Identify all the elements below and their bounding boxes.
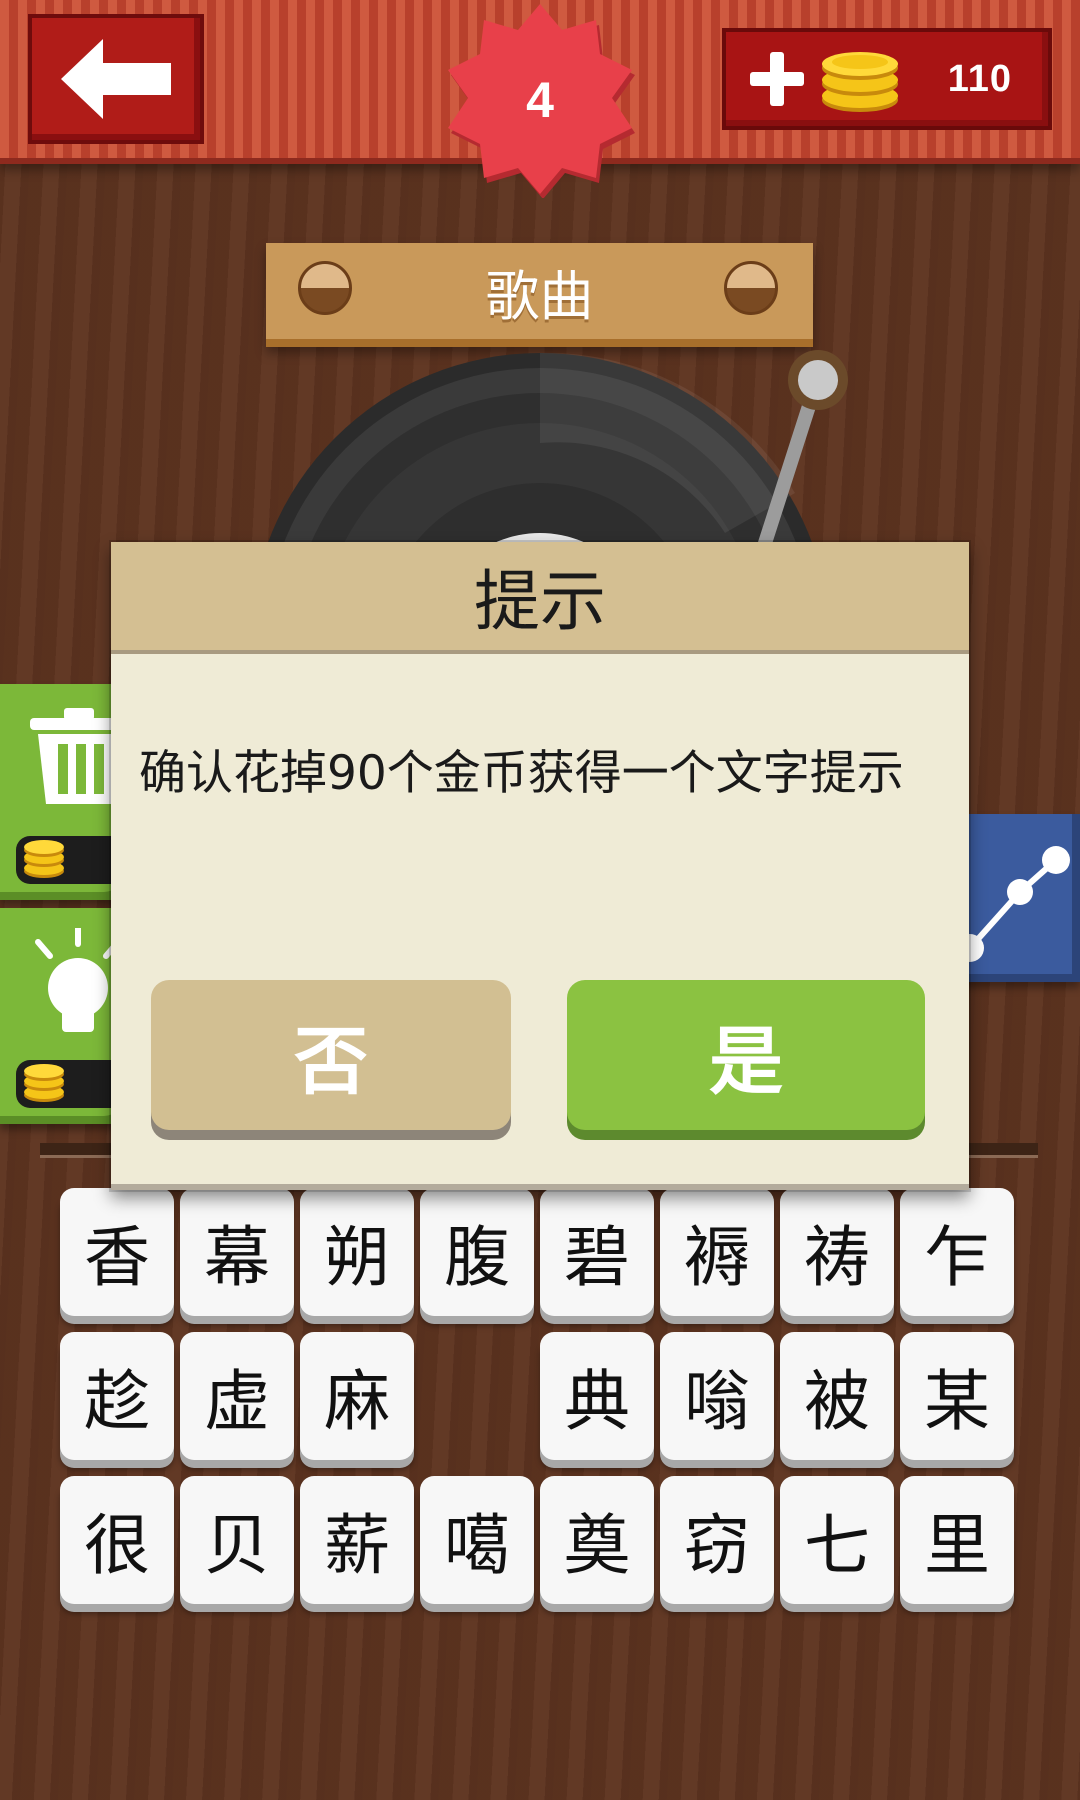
dialog-footer-line xyxy=(111,1184,969,1190)
dialog-header: 提示 xyxy=(111,542,969,654)
back-arrow-icon xyxy=(61,39,171,119)
tool-price xyxy=(16,1060,126,1108)
char-key[interactable]: 贝 xyxy=(180,1476,294,1604)
char-key[interactable]: 褥 xyxy=(660,1188,774,1316)
char-key[interactable]: 祷 xyxy=(780,1188,894,1316)
char-key[interactable]: 七 xyxy=(780,1476,894,1604)
char-key[interactable]: 乍 xyxy=(900,1188,1014,1316)
share-button[interactable] xyxy=(950,814,1080,982)
char-key[interactable]: 腹 xyxy=(420,1188,534,1316)
plus-icon[interactable] xyxy=(750,52,804,106)
coin-stack-icon xyxy=(24,840,64,878)
char-key[interactable]: 麻 xyxy=(300,1332,414,1460)
char-key[interactable]: 噶 xyxy=(420,1476,534,1604)
yes-button[interactable]: 是 xyxy=(567,980,925,1130)
char-key[interactable]: 某 xyxy=(900,1332,1014,1460)
coin-stack-icon xyxy=(822,52,898,112)
char-key[interactable]: 奠 xyxy=(540,1476,654,1604)
coin-stack-icon xyxy=(24,1064,64,1102)
vinyl-record[interactable] xyxy=(255,343,855,573)
char-key[interactable]: 被 xyxy=(780,1332,894,1460)
dialog-message: 确认花掉90个金币获得一个文字提示 xyxy=(139,746,904,801)
hint-confirm-dialog: 提示 确认花掉90个金币获得一个文字提示 否 是 xyxy=(111,542,969,1190)
char-key[interactable]: 典 xyxy=(540,1332,654,1460)
category-title: 歌曲 xyxy=(485,264,594,328)
category-plaque: 歌曲 xyxy=(266,243,813,347)
share-icon xyxy=(956,846,1070,962)
char-key[interactable]: 虚 xyxy=(180,1332,294,1460)
char-key[interactable]: 里 xyxy=(900,1476,1014,1604)
level-badge: 4 xyxy=(440,2,640,198)
level-number: 4 xyxy=(526,72,554,128)
char-key[interactable]: 碧 xyxy=(540,1188,654,1316)
dialog-title: 提示 xyxy=(474,563,606,640)
char-key[interactable]: 很 xyxy=(60,1476,174,1604)
char-key[interactable]: 朔 xyxy=(300,1188,414,1316)
char-key[interactable]: 窃 xyxy=(660,1476,774,1604)
coin-balance[interactable]: 110 xyxy=(722,28,1052,130)
no-button[interactable]: 否 xyxy=(151,980,511,1130)
back-button[interactable] xyxy=(28,14,204,144)
tool-price xyxy=(16,836,126,884)
char-key[interactable]: 嗡 xyxy=(660,1332,774,1460)
char-key[interactable]: 薪 xyxy=(300,1476,414,1604)
char-key[interactable]: 幕 xyxy=(180,1188,294,1316)
char-key[interactable]: 香 xyxy=(60,1188,174,1316)
coin-count: 110 xyxy=(947,58,1012,100)
char-key[interactable]: 趁 xyxy=(60,1332,174,1460)
